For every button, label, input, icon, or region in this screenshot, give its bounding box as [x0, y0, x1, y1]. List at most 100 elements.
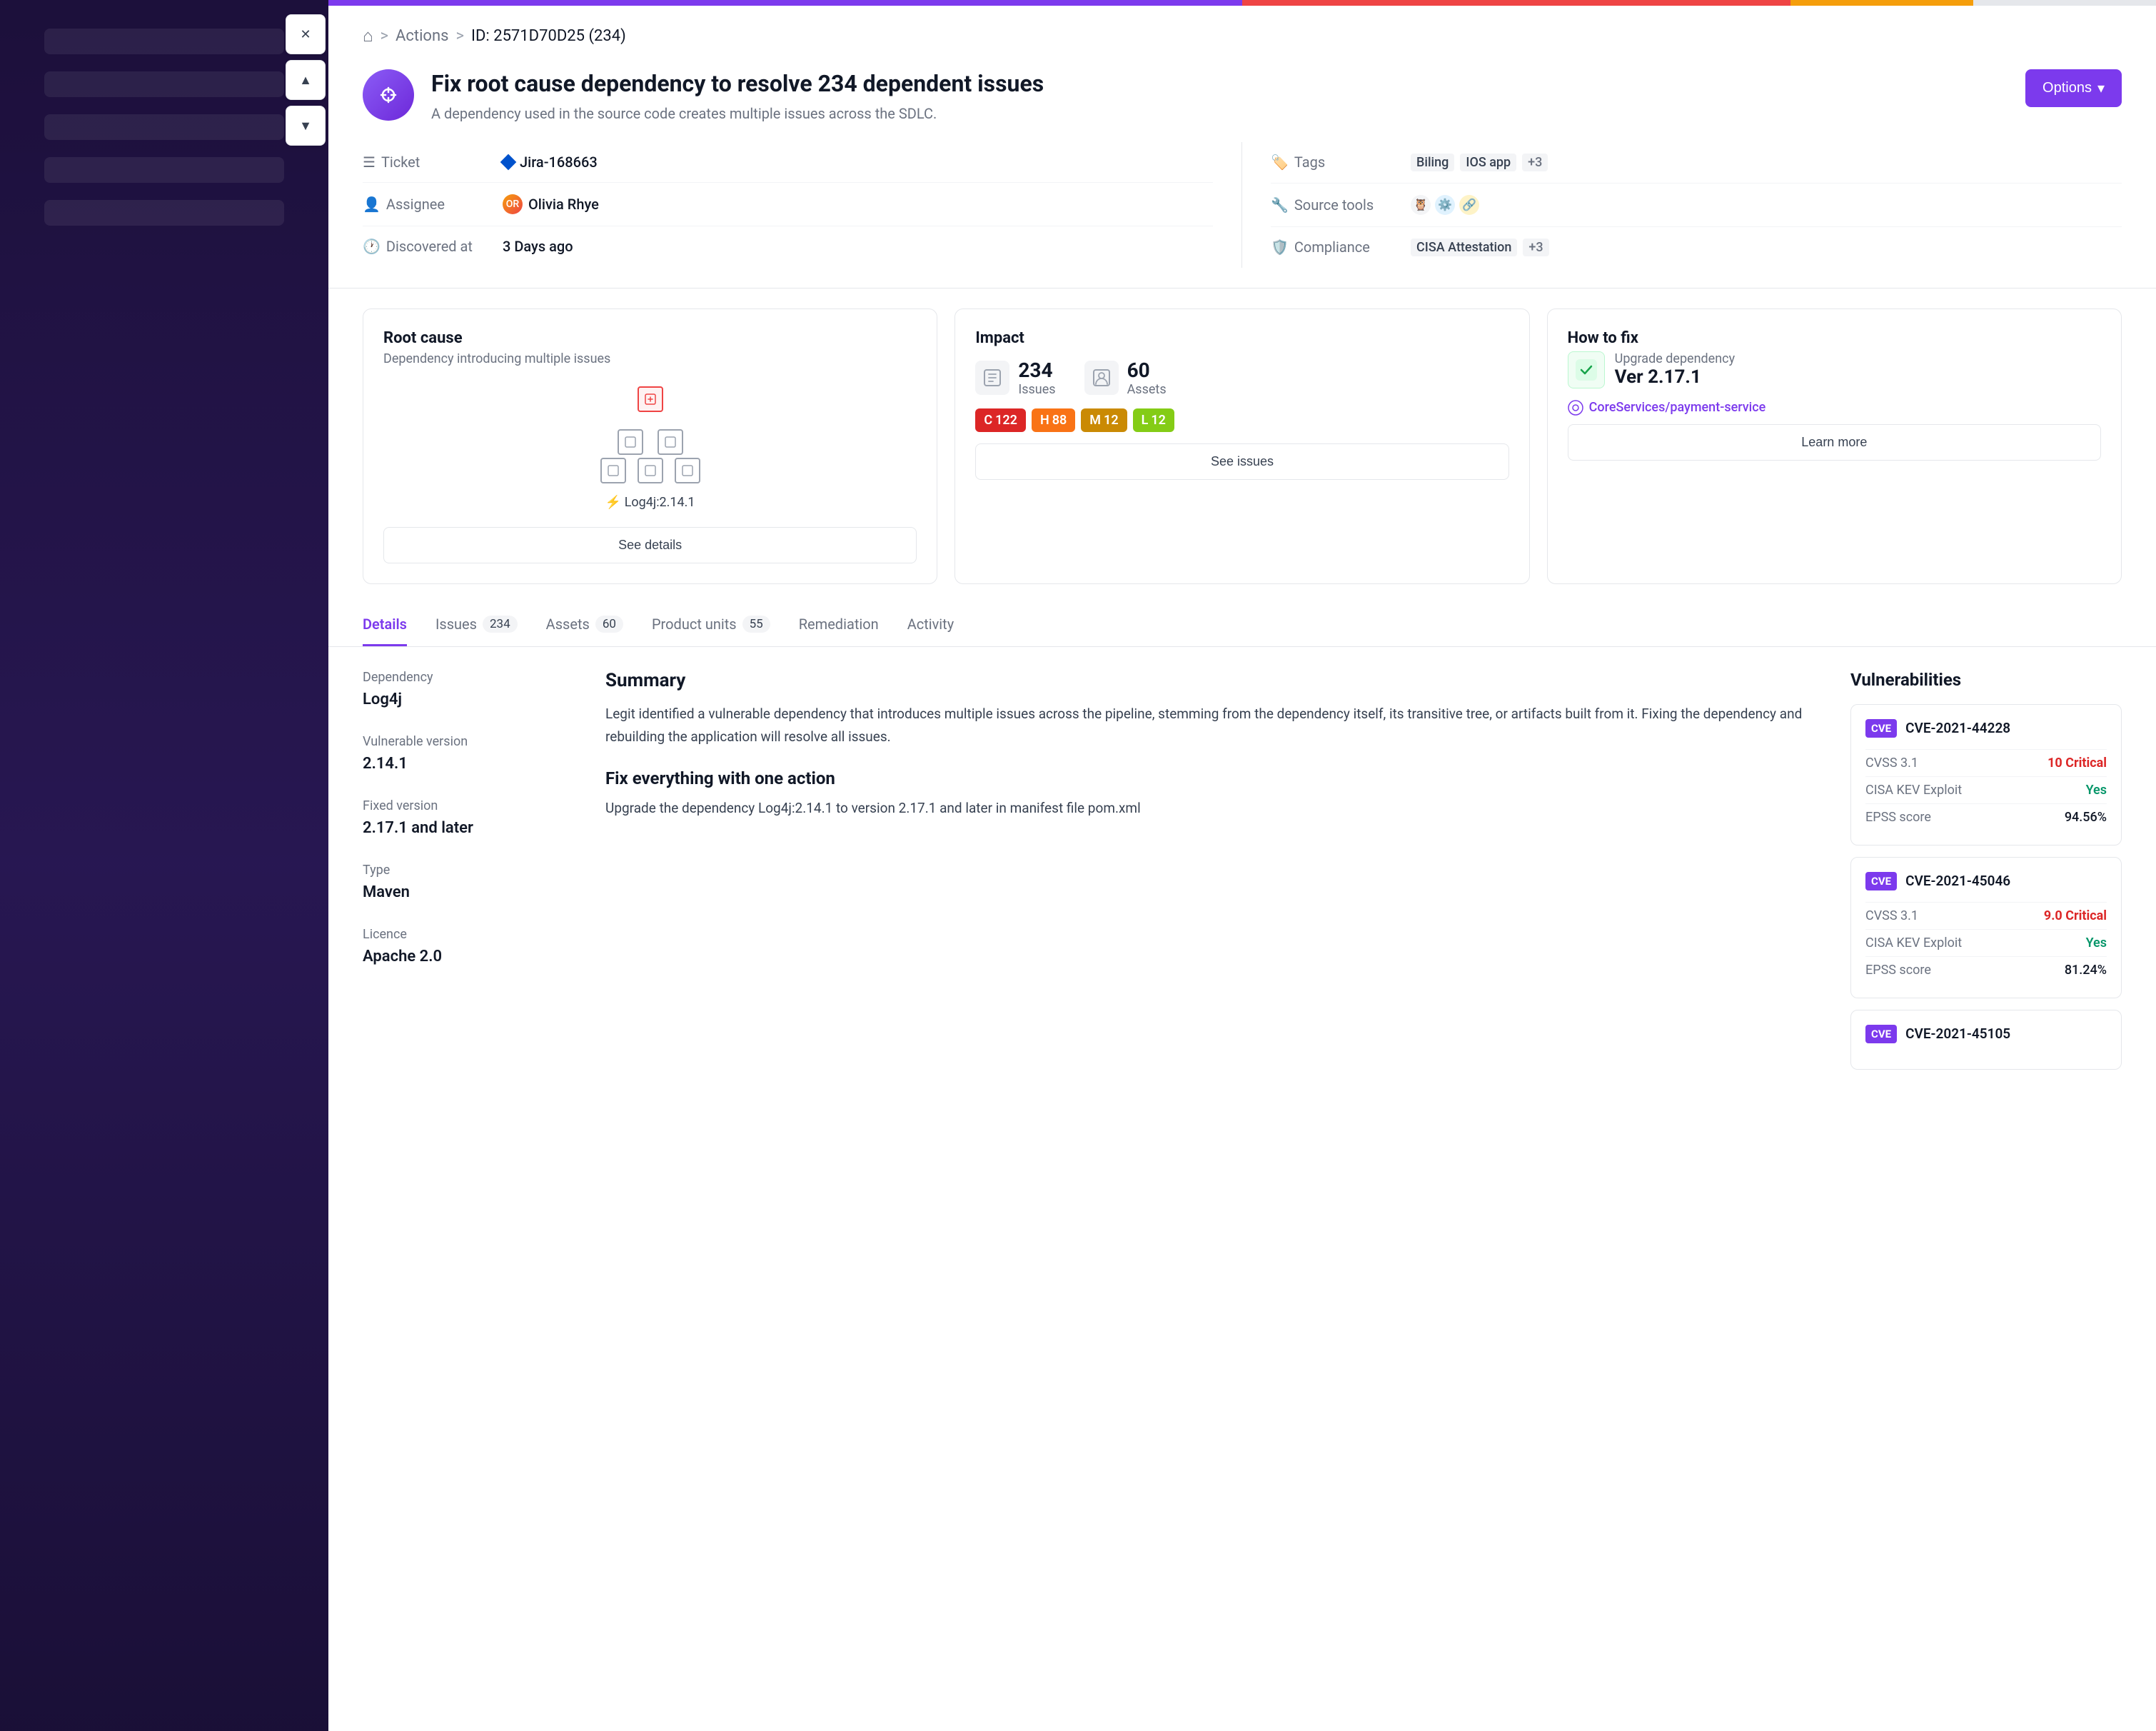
- severity-high: H 88: [1032, 408, 1075, 432]
- detail-type-label: Type: [363, 863, 577, 878]
- tag-ios: IOS app: [1460, 154, 1516, 171]
- scroll-up-button[interactable]: ▲: [286, 60, 326, 100]
- sev-c-count: 122: [995, 413, 1017, 428]
- source-icon-3: 🔗: [1459, 195, 1479, 215]
- details-middle: Summary Legit identified a vulnerable de…: [605, 670, 1822, 1081]
- cards-row: Root cause Dependency introducing multip…: [328, 288, 2156, 604]
- dep-label: ⚡ Log4j:2.14.1: [605, 495, 695, 510]
- metadata-right: 🏷️ Tags Biling IOS app +3 🔧 Source tools…: [1242, 142, 2122, 268]
- tabs-row: Details Issues 234 Assets 60 Product uni…: [328, 604, 2156, 647]
- breadcrumb-sep-2: >: [455, 27, 464, 45]
- detail-fixed-version-value: 2.17.1 and later: [363, 819, 577, 837]
- tab-assets[interactable]: Assets 60: [546, 604, 623, 646]
- tool-icon: 🔧: [1271, 196, 1289, 214]
- detail-vuln-version: Vulnerable version 2.14.1: [363, 734, 577, 773]
- detail-dependency-value: Log4j: [363, 691, 577, 708]
- source-icon-2: ⚙️: [1435, 195, 1455, 215]
- progress-segment-2: [1242, 0, 1790, 6]
- details-left: Dependency Log4j Vulnerable version 2.14…: [363, 670, 577, 1081]
- meta-ticket-value: Jira-168663: [503, 154, 598, 171]
- fix-repo-name: CoreServices/payment-service: [1589, 400, 1766, 415]
- summary-title: Summary: [605, 670, 1822, 691]
- see-details-button[interactable]: See details: [383, 527, 917, 563]
- detail-licence: Licence Apache 2.0: [363, 927, 577, 965]
- detail-vuln-version-value: 2.14.1: [363, 755, 577, 773]
- main-panel: ⌂ > Actions > ID: 2571D70D25 (234) Fix r…: [328, 6, 2156, 1731]
- breadcrumb: ⌂ > Actions > ID: 2571D70D25 (234): [328, 6, 2156, 58]
- severity-critical: C 122: [975, 408, 1026, 432]
- vuln-1-epss: EPSS score 94.56%: [1865, 803, 2107, 831]
- fix-all-text: Upgrade the dependency Log4j:2.14.1 to v…: [605, 797, 1822, 820]
- meta-discovered-value: 3 Days ago: [503, 238, 573, 255]
- cve-id-1: CVE-2021-44228: [1905, 720, 2010, 736]
- detail-dependency: Dependency Log4j: [363, 670, 577, 708]
- cve-id-3: CVE-2021-45105: [1905, 1025, 2010, 1042]
- vuln-3-header: CVE CVE-2021-45105: [1865, 1025, 2107, 1043]
- issue-subtitle: A dependency used in the source code cre…: [431, 105, 2008, 122]
- how-to-fix-card: How to fix Upgrade dependency Ver 2.17.1…: [1547, 308, 2122, 584]
- source-icon-1: 🦉: [1411, 195, 1431, 215]
- metadata-left: ☰ Ticket Jira-168663 👤 Assignee OR Olivi…: [363, 142, 1242, 268]
- float-button-group: ✕ ▲ ▼: [286, 14, 326, 146]
- vuln-2-epss: EPSS score 81.24%: [1865, 956, 2107, 983]
- vuln-2-header: CVE CVE-2021-45046: [1865, 872, 2107, 890]
- meta-assignee-value: OR Olivia Rhye: [503, 194, 599, 214]
- sev-l-count: 12: [1151, 413, 1166, 428]
- issue-title: Fix root cause dependency to resolve 234…: [431, 69, 2008, 99]
- impact-card: Impact 234 Issues 60: [954, 308, 1529, 584]
- options-button[interactable]: Options ▾: [2025, 69, 2122, 107]
- home-icon[interactable]: ⌂: [363, 26, 373, 46]
- assets-icon-box: [1084, 361, 1119, 395]
- lightning-icon: ⚡: [605, 495, 621, 510]
- tag-icon: 🏷️: [1271, 154, 1289, 171]
- shield-icon: 🛡️: [1271, 239, 1289, 256]
- breadcrumb-sep-1: >: [381, 27, 389, 45]
- issue-title-area: Fix root cause dependency to resolve 234…: [431, 69, 2008, 122]
- close-button[interactable]: ✕: [286, 14, 326, 54]
- dep-node-mid-2: [658, 429, 683, 455]
- meta-tags: 🏷️ Tags Biling IOS app +3: [1271, 142, 2122, 184]
- impact-issues: 234 Issues: [975, 358, 1055, 397]
- tab-activity[interactable]: Activity: [907, 604, 954, 646]
- meta-discovered: 🕐 Discovered at 3 Days ago: [363, 226, 1213, 266]
- user-icon: 👤: [363, 196, 381, 213]
- fix-title: How to fix: [1568, 329, 2101, 347]
- tab-product-units[interactable]: Product units 55: [652, 604, 770, 646]
- root-cause-title: Root cause: [383, 329, 917, 347]
- meta-ticket-label: ☰ Ticket: [363, 154, 491, 171]
- learn-more-button[interactable]: Learn more: [1568, 424, 2101, 461]
- vuln-1-header: CVE CVE-2021-44228: [1865, 719, 2107, 738]
- root-cause-card: Root cause Dependency introducing multip…: [363, 308, 937, 584]
- fix-all-title: Fix everything with one action: [605, 768, 1822, 788]
- tab-remediation[interactable]: Remediation: [799, 604, 879, 646]
- tab-assets-count: 60: [595, 616, 623, 633]
- dependency-diagram: ⚡ Log4j:2.14.1: [383, 378, 917, 518]
- scroll-down-button[interactable]: ▼: [286, 106, 326, 146]
- breadcrumb-actions[interactable]: Actions: [396, 27, 448, 45]
- vuln-card-3: CVE CVE-2021-45105: [1850, 1010, 2122, 1070]
- severity-medium: M 12: [1081, 408, 1127, 432]
- tab-details[interactable]: Details: [363, 604, 407, 646]
- issue-icon: [363, 69, 414, 121]
- dep-node-bot-3: [675, 458, 700, 483]
- fix-version-value: Ver 2.17.1: [1615, 366, 1735, 388]
- sev-m-label: M: [1089, 413, 1101, 428]
- detail-type-value: Maven: [363, 883, 577, 901]
- tab-issues[interactable]: Issues 234: [435, 604, 518, 646]
- meta-assignee-label: 👤 Assignee: [363, 196, 491, 213]
- options-label: Options: [2042, 80, 2092, 96]
- detail-licence-value: Apache 2.0: [363, 948, 577, 965]
- meta-discovered-label: 🕐 Discovered at: [363, 238, 491, 255]
- breadcrumb-id: ID: 2571D70D25 (234): [471, 27, 626, 45]
- impact-stats: 234 Issues 60 Assets: [975, 358, 1508, 397]
- meta-tags-label: 🏷️ Tags: [1271, 154, 1399, 171]
- issues-count: 234: [1018, 358, 1055, 382]
- vuln-2-kev: CISA KEV Exploit Yes: [1865, 929, 2107, 956]
- meta-compliance-value: CISA Attestation +3: [1411, 239, 1549, 256]
- see-issues-button[interactable]: See issues: [975, 443, 1508, 480]
- impact-title: Impact: [975, 329, 1508, 347]
- details-content: Dependency Log4j Vulnerable version 2.14…: [328, 670, 2156, 1115]
- dep-node-bot-2: [638, 458, 663, 483]
- meta-source-tools: 🔧 Source tools 🦉 ⚙️ 🔗: [1271, 184, 2122, 227]
- vuln-2-cvss: CVSS 3.1 9.0 Critical: [1865, 902, 2107, 929]
